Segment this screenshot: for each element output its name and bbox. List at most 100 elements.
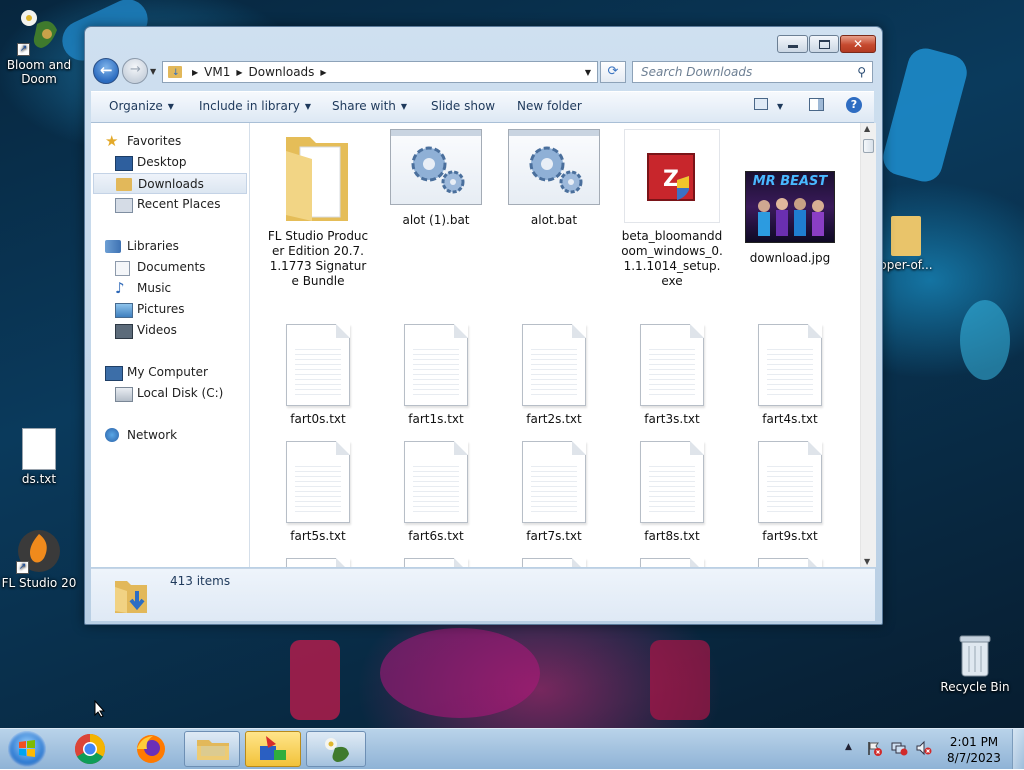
file-name: fart7s.txt (526, 529, 582, 543)
nav-my-computer[interactable]: My Computer (91, 362, 249, 383)
breadcrumb-downloads[interactable]: Downloads (249, 65, 315, 79)
music-icon: ♪ (115, 279, 125, 297)
nav-recent-places[interactable]: Recent Places (91, 194, 249, 215)
file-item-txt[interactable]: fart7s.txt (503, 441, 605, 544)
text-document-icon (522, 324, 586, 406)
start-button[interactable] (8, 731, 46, 767)
file-item-partial[interactable] (621, 558, 723, 567)
file-item-alot-1-bat[interactable]: alot (1).bat (385, 129, 487, 228)
nav-pictures[interactable]: Pictures (91, 299, 249, 320)
scroll-down-icon[interactable]: ▼ (864, 557, 870, 566)
folder-icon (891, 216, 921, 256)
taskbar-bloom-and-doom[interactable] (306, 731, 366, 767)
details-pane: 413 items (91, 568, 875, 621)
refresh-button[interactable]: ⟳ (600, 61, 626, 83)
file-item-bloomanddoom-setup[interactable]: Z beta_bloomanddoom_windows_0.1.1.1014_s… (621, 129, 723, 289)
nav-music[interactable]: ♪ Music (91, 278, 249, 299)
breadcrumb-separator[interactable]: ▶ (320, 68, 326, 77)
file-item-download-jpg[interactable]: MR BEAST download.jpg (739, 129, 841, 266)
nav-desktop[interactable]: Desktop (91, 152, 249, 173)
preview-pane-button[interactable] (809, 98, 824, 114)
breadcrumb-separator[interactable]: ▶ (236, 68, 242, 77)
nav-downloads[interactable]: Downloads (93, 173, 247, 194)
chrome-icon (74, 734, 106, 765)
file-item-txt[interactable]: fart0s.txt (267, 324, 369, 427)
organize-button[interactable]: Organize ▼ (109, 99, 174, 113)
text-document-icon (758, 441, 822, 523)
explorer-icon (197, 740, 229, 760)
taskbar-explorer[interactable] (184, 731, 240, 767)
file-item-partial[interactable] (267, 558, 369, 567)
file-item-txt[interactable]: fart8s.txt (621, 441, 723, 544)
show-hidden-icons-button[interactable]: ▲ (845, 742, 852, 752)
minimize-icon (787, 45, 798, 48)
firefox-icon (137, 735, 165, 763)
nav-label: Pictures (137, 302, 185, 316)
nav-label: Desktop (137, 155, 187, 169)
organize-label: Organize (109, 99, 163, 113)
text-document-icon (522, 558, 586, 567)
search-input[interactable]: Search Downloads ⚲ (632, 61, 873, 83)
back-button[interactable]: ← (93, 58, 119, 84)
clock[interactable]: 2:01 PM 8/7/2023 (941, 734, 1007, 766)
nav-network[interactable]: Network (91, 425, 249, 446)
desktop-icon-recycle-bin[interactable]: Recycle Bin (937, 632, 1013, 694)
file-item-partial[interactable] (503, 558, 605, 567)
change-view-button[interactable]: ▼ (754, 98, 783, 113)
chevron-down-icon: ▼ (304, 102, 312, 111)
action-center-flag-icon[interactable] (866, 740, 882, 756)
taskbar-chrome[interactable] (62, 731, 118, 767)
breadcrumb-separator[interactable]: ▶ (192, 68, 198, 77)
taskbar: ▲ 2:01 PM 8/7/2023 (0, 728, 1024, 769)
include-in-library-button[interactable]: Include in library ▼ (199, 99, 311, 113)
nav-videos[interactable]: Videos (91, 320, 249, 341)
desktop-icon-folder[interactable]: oper-of... (876, 216, 936, 272)
wallpaper-shape (380, 628, 540, 718)
vertical-scrollbar[interactable]: ▲ ▼ (860, 123, 876, 567)
file-item-fl-studio-folder[interactable]: FL Studio Producer Edition 20.7.1.1773 S… (267, 129, 369, 289)
show-desktop-button[interactable] (1012, 729, 1024, 769)
nav-documents[interactable]: Documents (91, 257, 249, 278)
taskbar-firefox[interactable] (123, 731, 179, 767)
minimize-button[interactable] (777, 35, 808, 53)
close-button[interactable]: ✕ (840, 35, 876, 53)
breadcrumb-vm1[interactable]: VM1 (204, 65, 230, 79)
bloom-and-doom-icon (325, 738, 349, 762)
file-item-txt[interactable]: fart9s.txt (739, 441, 841, 544)
scroll-up-icon[interactable]: ▲ (864, 124, 870, 133)
desktop-icon-bloom-and-doom[interactable]: ↗ Bloom and Doom (1, 6, 77, 86)
file-item-partial[interactable] (385, 558, 487, 567)
file-item-txt[interactable]: fart3s.txt (621, 324, 723, 427)
forward-button[interactable]: → (122, 58, 148, 84)
file-item-partial[interactable] (739, 558, 841, 567)
new-folder-button[interactable]: New folder (517, 99, 582, 113)
network-status-icon[interactable] (890, 740, 908, 756)
clock-time: 2:01 PM (949, 735, 999, 749)
desktop-icon (115, 156, 133, 171)
help-button[interactable]: ? (846, 97, 862, 113)
file-item-txt[interactable]: fart6s.txt (385, 441, 487, 544)
scrollbar-thumb[interactable] (863, 139, 874, 153)
volume-muted-icon[interactable] (915, 740, 932, 756)
file-item-txt[interactable]: fart2s.txt (503, 324, 605, 427)
file-item-txt[interactable]: fart4s.txt (739, 324, 841, 427)
share-with-button[interactable]: Share with ▼ (332, 99, 407, 113)
recycle-bin-icon (958, 632, 992, 678)
slide-show-button[interactable]: Slide show (431, 99, 495, 113)
nav-favorites[interactable]: ★ Favorites (91, 131, 249, 152)
recent-pages-dropdown[interactable]: ▼ (150, 67, 156, 76)
taskbar-paint[interactable] (245, 731, 301, 767)
desktop-icon-ds-txt[interactable]: ds.txt (1, 428, 77, 486)
address-dropdown-icon[interactable]: ▼ (585, 68, 591, 77)
file-item-txt[interactable]: fart5s.txt (267, 441, 369, 544)
file-item-alot-bat[interactable]: alot.bat (503, 129, 605, 228)
nav-libraries[interactable]: Libraries (91, 236, 249, 257)
share-with-label: Share with (332, 99, 396, 113)
desktop-icon-fl-studio[interactable]: ↗ FL Studio 20 (1, 528, 77, 590)
folder-download-icon: ↓ (168, 66, 182, 78)
maximize-button[interactable] (809, 35, 839, 53)
file-item-txt[interactable]: fart1s.txt (385, 324, 487, 427)
nav-local-disk[interactable]: Local Disk (C:) (91, 383, 249, 404)
file-name: download.jpg (749, 251, 831, 265)
address-bar[interactable]: ↓ ▶ VM1 ▶ Downloads ▶ ▼ (162, 61, 598, 83)
